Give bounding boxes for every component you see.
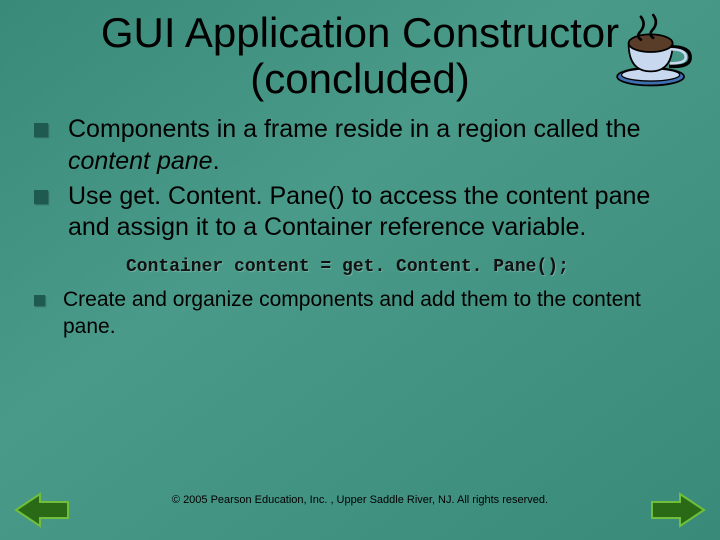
- bullet-item: Components in a frame reside in a region…: [30, 114, 690, 177]
- bullet-square-icon: [34, 123, 48, 137]
- copyright-footer: © 2005 Pearson Education, Inc. , Upper S…: [0, 494, 720, 506]
- bullet-item: Create and organize components and add t…: [30, 287, 690, 340]
- bullet-square-icon: [34, 295, 45, 306]
- previous-arrow-icon[interactable]: [14, 490, 70, 530]
- content-area: Components in a frame reside in a region…: [0, 106, 720, 340]
- code-snippet: Container content = get. Content. Pane()…: [126, 257, 690, 277]
- coffee-cup-icon: [610, 8, 700, 96]
- next-arrow-icon[interactable]: [650, 490, 706, 530]
- bullet-item: Use get. Content. Pane() to access the c…: [30, 181, 690, 244]
- bullet-square-icon: [34, 190, 48, 204]
- bullet-text: Components in a frame reside in a region…: [68, 114, 690, 177]
- bullet-text: Use get. Content. Pane() to access the c…: [68, 181, 690, 244]
- title-area: GUI Application Constructor (concluded): [0, 0, 720, 106]
- bullet-text: Create and organize components and add t…: [63, 287, 690, 340]
- slide-title: GUI Application Constructor (concluded): [24, 10, 696, 102]
